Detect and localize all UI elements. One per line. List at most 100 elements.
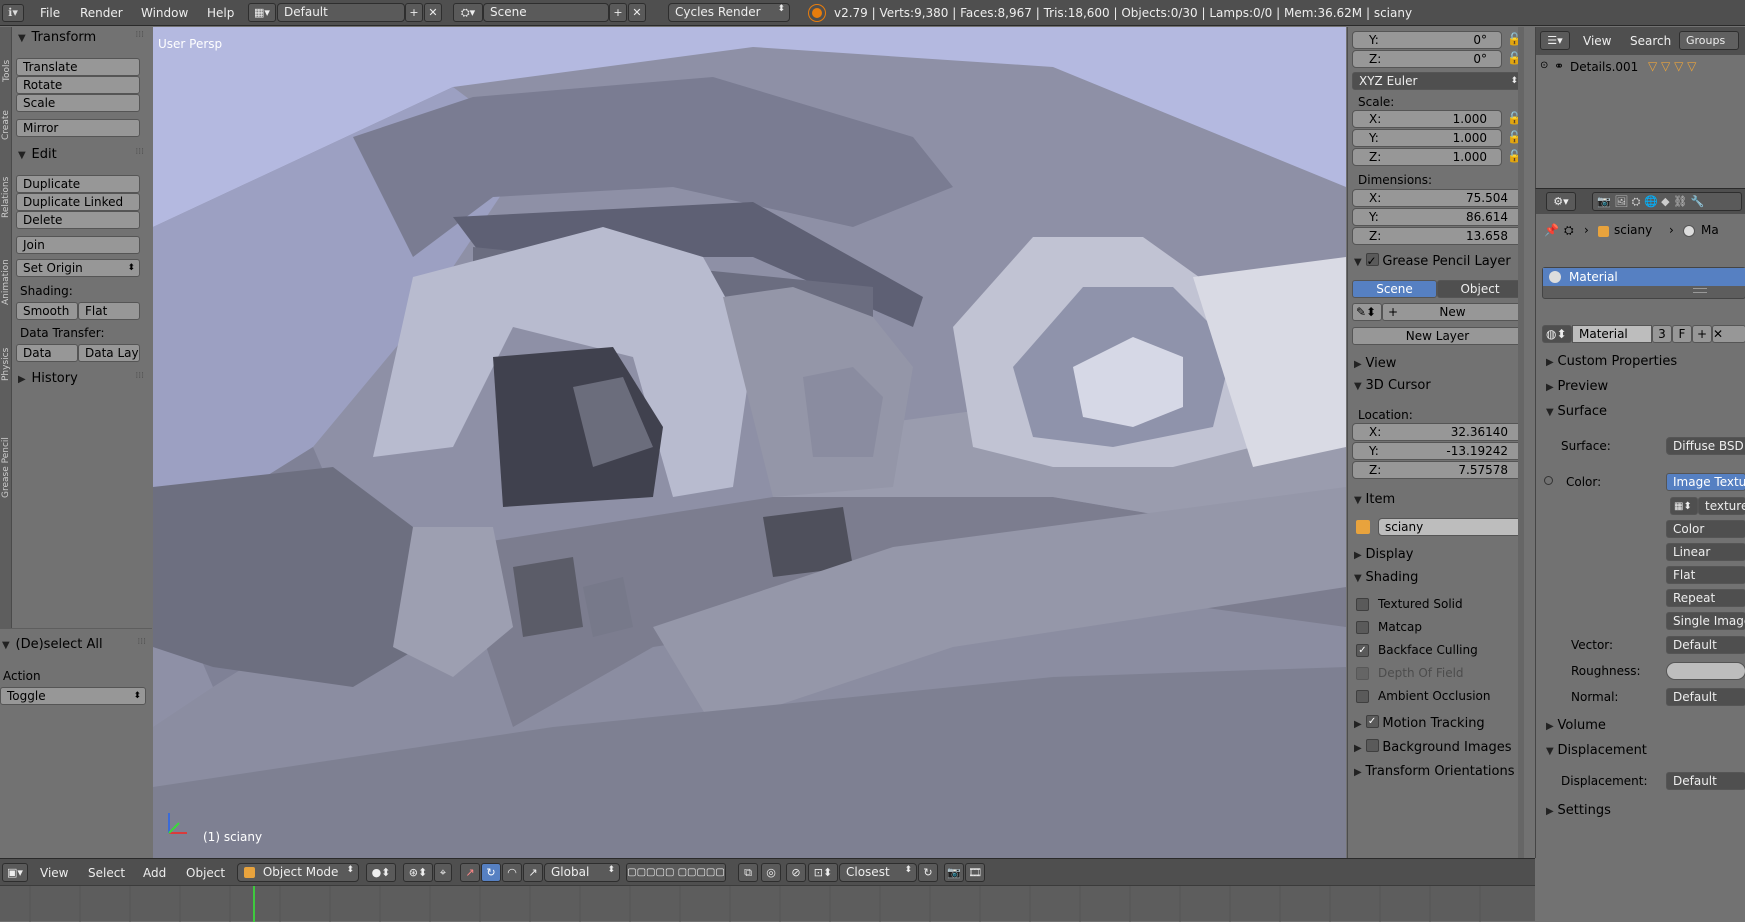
opengl-animation-icon[interactable]: 🎞 bbox=[965, 863, 985, 882]
rotation-z-field[interactable]: Z: 0° bbox=[1352, 50, 1502, 68]
rotation-mode-dropdown[interactable]: XYZ Euler ⬍ bbox=[1352, 72, 1523, 90]
tab-create[interactable]: Create bbox=[1, 100, 11, 140]
snap-align-icon[interactable]: ↻ bbox=[918, 863, 938, 882]
matcap-checkbox[interactable] bbox=[1356, 621, 1369, 634]
gp-object-tab[interactable]: Object bbox=[1437, 280, 1523, 298]
viewport-menu-select[interactable]: Select bbox=[88, 866, 125, 880]
texture-color-space[interactable]: Color bbox=[1666, 520, 1745, 538]
timeline[interactable] bbox=[0, 885, 1535, 922]
list-resize-handle[interactable] bbox=[1693, 288, 1707, 293]
material-slot-row[interactable]: Material bbox=[1543, 268, 1745, 286]
background-images-panel-header[interactable]: ▶ Background Images bbox=[1354, 739, 1524, 758]
join-button[interactable]: Join bbox=[16, 236, 140, 254]
view-panel-header[interactable]: ▶ View bbox=[1354, 356, 1524, 374]
layout-selector[interactable]: Default bbox=[277, 3, 405, 22]
material-remove-button[interactable]: ✕ bbox=[1712, 325, 1745, 343]
edit-panel-header[interactable]: ▼ Edit ⁞⁞⁞ bbox=[18, 147, 146, 165]
layout-remove-button[interactable]: ✕ bbox=[424, 3, 442, 22]
rotate-button[interactable]: Rotate bbox=[16, 76, 140, 94]
cursor-z-field[interactable]: Z: 7.57578 bbox=[1352, 461, 1523, 479]
duplicate-button[interactable]: Duplicate bbox=[16, 175, 140, 193]
translate-button[interactable]: Translate bbox=[16, 58, 140, 76]
render-engine-selector[interactable]: Cycles Render ⬍ bbox=[668, 3, 790, 22]
dimensions-x-field[interactable]: X: 75.504 bbox=[1352, 189, 1523, 207]
volume-header[interactable]: ▶ Volume bbox=[1546, 718, 1745, 736]
flat-button[interactable]: Flat bbox=[78, 302, 140, 320]
viewport-editor-icon[interactable]: ▣▾ bbox=[2, 863, 28, 882]
3d-viewport[interactable]: User Persp (1) sciany bbox=[153, 27, 1346, 858]
layout-add-button[interactable]: + bbox=[405, 3, 423, 22]
drag-handle-icon[interactable]: ⁞⁞⁞ bbox=[135, 147, 144, 157]
displacement-input-button[interactable]: Default bbox=[1666, 772, 1745, 790]
drag-handle-icon[interactable]: ⁞⁞⁞ bbox=[135, 371, 144, 381]
transform-space-icon[interactable]: ↗ bbox=[523, 863, 543, 882]
history-panel-header[interactable]: ▶ History ⁞⁞⁞ bbox=[18, 371, 146, 389]
settings-header[interactable]: ▶ Settings bbox=[1546, 803, 1745, 821]
textured-solid-checkbox[interactable] bbox=[1356, 598, 1369, 611]
item-panel-header[interactable]: ▼ Item bbox=[1354, 492, 1524, 510]
disclosure-icon[interactable]: ⊙ bbox=[1540, 60, 1548, 71]
duplicate-linked-button[interactable]: Duplicate Linked bbox=[16, 193, 140, 211]
outliner-row[interactable]: ⊙ ⚭ Details.001 ▽ ▽ ▽ ▽ bbox=[1540, 59, 1745, 77]
rotate-manipulator-icon[interactable]: ↻ bbox=[481, 863, 501, 882]
viewport-menu-object[interactable]: Object bbox=[186, 866, 225, 880]
color-input-button[interactable]: Image Textu bbox=[1666, 473, 1745, 491]
scale-manipulator-icon[interactable]: ◠ bbox=[502, 863, 522, 882]
outliner-display-mode[interactable]: Groups bbox=[1679, 31, 1739, 50]
matcap-option[interactable]: Matcap bbox=[1356, 620, 1521, 636]
properties-editor-icon[interactable]: ⚙▾ bbox=[1546, 192, 1576, 211]
viewport-menu-view[interactable]: View bbox=[40, 866, 68, 880]
depth-of-field-option[interactable]: Depth Of Field bbox=[1356, 666, 1521, 682]
texture-projection[interactable]: Flat bbox=[1666, 566, 1745, 584]
smooth-button[interactable]: Smooth bbox=[16, 302, 78, 320]
texture-name-field[interactable]: texture bbox=[1698, 497, 1745, 515]
scale-button[interactable]: Scale bbox=[16, 94, 140, 112]
tab-grease-pencil[interactable]: Grease Pencil bbox=[1, 426, 11, 498]
material-users-count[interactable]: 3 bbox=[1652, 325, 1672, 343]
viewport-menu-add[interactable]: Add bbox=[143, 866, 166, 880]
data-layout-button[interactable]: Data Layo bbox=[78, 344, 140, 362]
motion-tracking-checkbox[interactable]: ✓ bbox=[1365, 715, 1379, 728]
dimensions-y-field[interactable]: Y: 86.614 bbox=[1352, 208, 1523, 226]
shading-panel-header[interactable]: ▼ Shading bbox=[1354, 570, 1524, 588]
item-name-field[interactable]: sciany bbox=[1378, 518, 1523, 536]
menu-file[interactable]: File bbox=[40, 6, 60, 20]
outliner-menu-view[interactable]: View bbox=[1583, 34, 1611, 48]
tab-animation[interactable]: Animation bbox=[1, 249, 11, 305]
tab-relations[interactable]: Relations bbox=[1, 166, 11, 218]
texture-source[interactable]: Single Image bbox=[1666, 612, 1745, 630]
texture-interpolation[interactable]: Linear bbox=[1666, 543, 1745, 561]
grease-pencil-panel-header[interactable]: ▼ ✓ Grease Pencil Layer bbox=[1354, 253, 1524, 272]
scale-y-field[interactable]: Y: 1.000 bbox=[1352, 129, 1502, 147]
scene-icon[interactable]: ⛭▾ bbox=[453, 3, 483, 22]
transform-orientation-dropdown[interactable]: Global ⬍ bbox=[544, 863, 620, 882]
normal-input-button[interactable]: Default bbox=[1666, 688, 1745, 706]
opengl-render-icon[interactable]: 📷 bbox=[944, 863, 964, 882]
cursor-panel-header[interactable]: ▼ 3D Cursor bbox=[1354, 378, 1524, 396]
scale-x-field[interactable]: X: 1.000 bbox=[1352, 110, 1502, 128]
render-layer-icon[interactable]: ⧉ bbox=[738, 863, 758, 882]
vector-input-button[interactable]: Default bbox=[1666, 636, 1745, 654]
background-images-checkbox[interactable] bbox=[1365, 739, 1379, 752]
ambient-occlusion-option[interactable]: Ambient Occlusion bbox=[1356, 689, 1521, 705]
scene-remove-button[interactable]: ✕ bbox=[628, 3, 646, 22]
data-button[interactable]: Data bbox=[16, 344, 78, 362]
displacement-header[interactable]: ▼ Displacement bbox=[1546, 743, 1745, 761]
operator-panel-header[interactable]: ▼ (De)select All ⁞⁞⁞ bbox=[2, 637, 148, 655]
scale-z-field[interactable]: Z: 1.000 bbox=[1352, 148, 1502, 166]
scene-selector[interactable]: Scene bbox=[483, 3, 609, 22]
menu-help[interactable]: Help bbox=[207, 6, 234, 20]
outliner-editor-icon[interactable]: ☰▾ bbox=[1540, 31, 1570, 50]
viewport-shading-dropdown[interactable]: ●⬍ bbox=[366, 863, 396, 882]
snap-toggle-icon[interactable]: ⊘ bbox=[786, 863, 806, 882]
current-frame-indicator[interactable] bbox=[253, 886, 255, 922]
snap-element-dropdown[interactable]: ⊡⬍ bbox=[808, 863, 838, 882]
layout-icon[interactable]: ▦▾ bbox=[248, 3, 276, 22]
rotation-y-field[interactable]: Y: 0° bbox=[1352, 31, 1502, 49]
dimensions-z-field[interactable]: Z: 13.658 bbox=[1352, 227, 1523, 245]
pin-icon[interactable]: 📌 bbox=[1544, 223, 1559, 237]
pivot-point-dropdown[interactable]: ⊛⬍ bbox=[403, 863, 433, 882]
proportional-edit-icon[interactable]: ◎ bbox=[761, 863, 781, 882]
gp-new-layer-button[interactable]: New Layer bbox=[1352, 327, 1523, 345]
roughness-slider[interactable] bbox=[1666, 662, 1745, 680]
